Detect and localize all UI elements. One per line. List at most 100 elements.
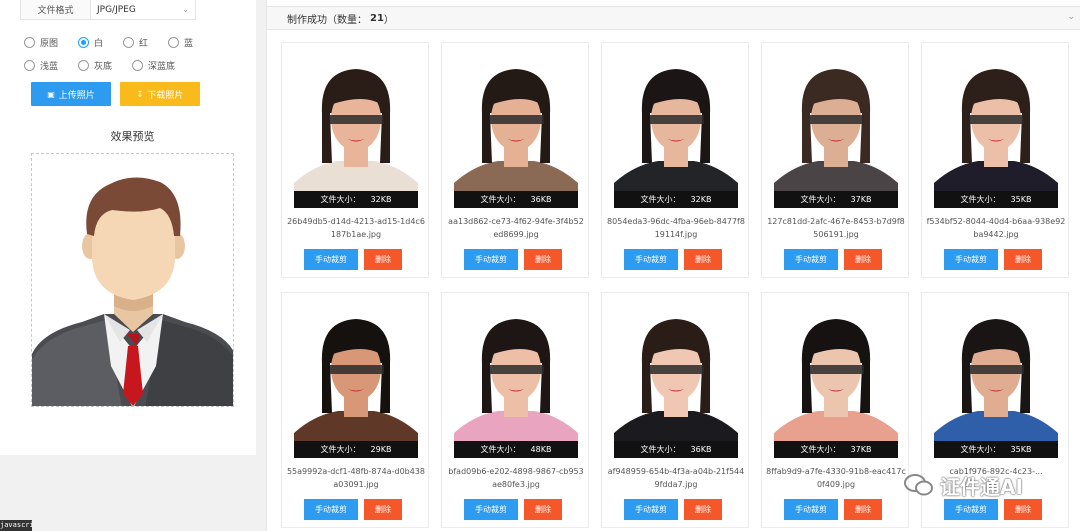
radio-blue[interactable]: 蓝: [168, 36, 193, 49]
status-bar: javascript:;: [0, 520, 32, 531]
watermark: 证件通AI: [904, 470, 1054, 500]
portrait-photo: [774, 53, 898, 208]
radio-label: 白: [94, 39, 104, 49]
upload-label: 上传照片: [58, 90, 95, 101]
delete-button[interactable]: 删除: [684, 499, 722, 520]
manual-crop-button[interactable]: 手动裁剪: [944, 499, 998, 520]
portrait-photo: [934, 303, 1058, 458]
file-size-value: 37KB: [850, 195, 872, 204]
radio-circle-icon: [123, 37, 134, 48]
radio-label: 红: [139, 39, 149, 49]
manual-crop-button[interactable]: 手动裁剪: [624, 249, 678, 270]
delete-button[interactable]: 删除: [524, 249, 562, 270]
portrait-photo: [934, 53, 1058, 208]
radio-original[interactable]: 原图: [24, 36, 58, 49]
radio-gray[interactable]: 灰底: [78, 59, 112, 72]
delete-button[interactable]: 删除: [684, 249, 722, 270]
manual-crop-button[interactable]: 手动裁剪: [944, 249, 998, 270]
results-header-prefix: 制作成功（数量：: [287, 14, 367, 26]
file-size-bar: 文件大小： 36KB: [454, 191, 578, 208]
radio-light-blue[interactable]: 浅蓝: [24, 59, 58, 72]
file-name: 26b49db5-d14d-4213-ad15-1d4c6187b1ae.jpg: [287, 217, 425, 239]
radio-red[interactable]: 红: [123, 36, 148, 49]
file-size-label: 文件大小：: [960, 445, 1001, 454]
avatar-placeholder-icon: [32, 177, 233, 406]
download-icon: ↧: [136, 89, 144, 99]
manual-crop-button[interactable]: 手动裁剪: [624, 499, 678, 520]
radio-dark-blue[interactable]: 深蓝底: [132, 59, 175, 72]
results-header[interactable]: 制作成功（数量： 21） ⌄: [267, 6, 1080, 30]
photo-frame[interactable]: 文件大小： 48KB: [454, 303, 578, 458]
manual-crop-button[interactable]: 手动裁剪: [784, 499, 838, 520]
file-size-label: 文件大小：: [320, 445, 361, 454]
download-button[interactable]: ↧ 下载照片: [120, 82, 200, 106]
format-row: 文件格式 JPG/JPEG ⌄: [20, 0, 196, 20]
photo-frame[interactable]: 文件大小： 37KB: [774, 303, 898, 458]
radio-label: 原图: [40, 39, 59, 49]
file-size-bar: 文件大小： 48KB: [454, 441, 578, 458]
file-size-bar: 文件大小： 37KB: [774, 191, 898, 208]
manual-crop-button[interactable]: 手动裁剪: [784, 249, 838, 270]
radio-label: 灰底: [94, 62, 113, 72]
photo-frame[interactable]: 文件大小： 36KB: [454, 53, 578, 208]
file-size-bar: 文件大小： 29KB: [294, 441, 418, 458]
photo-frame[interactable]: 文件大小： 36KB: [614, 303, 738, 458]
portrait-photo: [614, 53, 738, 208]
photo-frame[interactable]: 文件大小： 35KB: [934, 303, 1058, 458]
radio-label: 浅蓝: [40, 62, 59, 72]
delete-button[interactable]: 删除: [844, 249, 882, 270]
file-size-value: 29KB: [370, 445, 392, 454]
format-label: 文件格式: [21, 0, 91, 19]
portrait-photo: [774, 303, 898, 458]
file-size-label: 文件大小：: [800, 195, 841, 204]
radio-circle-icon: [24, 37, 35, 48]
file-size-label: 文件大小：: [800, 445, 841, 454]
upload-button[interactable]: ▣ 上传照片: [31, 82, 111, 106]
file-size-value: 37KB: [850, 445, 872, 454]
manual-crop-button[interactable]: 手动裁剪: [464, 499, 518, 520]
file-size-value: 32KB: [370, 195, 392, 204]
delete-button[interactable]: 删除: [364, 249, 402, 270]
delete-button[interactable]: 删除: [1004, 249, 1042, 270]
radio-white[interactable]: 白: [78, 36, 103, 49]
format-select[interactable]: JPG/JPEG ⌄: [91, 0, 195, 19]
file-size-label: 文件大小：: [960, 195, 1001, 204]
photo-frame[interactable]: 文件大小： 37KB: [774, 53, 898, 208]
file-name: 127c81dd-2afc-467e-8453-b7d9f8506191.jpg: [767, 217, 905, 239]
file-name: af948959-654b-4f3a-a04b-21f5449fdda7.jpg: [607, 467, 745, 489]
manual-crop-button[interactable]: 手动裁剪: [464, 249, 518, 270]
photo-frame[interactable]: 文件大小： 32KB: [614, 53, 738, 208]
file-size-value: 36KB: [530, 195, 552, 204]
preview-title: 效果预览: [110, 130, 155, 143]
photo-card: 文件大小： 36KB aa13d862-ce73-4f62-94fe-3f4b5…: [441, 42, 589, 278]
delete-button[interactable]: 删除: [364, 499, 402, 520]
photo-card: 文件大小： 32KB 8054eda3-96dc-4fba-96eb-8477f…: [601, 42, 749, 278]
file-size-label: 文件大小：: [640, 195, 681, 204]
radio-selected-icon: [78, 37, 89, 48]
chevron-down-icon[interactable]: ⌄: [1067, 12, 1075, 22]
photo-card: 文件大小： 36KB af948959-654b-4f3a-a04b-21f54…: [601, 292, 749, 528]
delete-button[interactable]: 删除: [1004, 499, 1042, 520]
file-size-value: 32KB: [690, 195, 712, 204]
radio-circle-icon: [78, 60, 89, 71]
file-size-bar: 文件大小： 35KB: [934, 441, 1058, 458]
photo-frame[interactable]: 文件大小： 32KB: [294, 53, 418, 208]
photo-frame[interactable]: 文件大小： 29KB: [294, 303, 418, 458]
portrait-photo: [294, 53, 418, 208]
file-size-bar: 文件大小： 36KB: [614, 441, 738, 458]
photo-card: 文件大小： 35KB f534bf52-8044-40d4-b6aa-938e9…: [921, 42, 1069, 278]
radio-label: 蓝: [184, 39, 194, 49]
file-name: 8ffab9d9-a7fe-4330-91b8-eac417c0f409.jpg: [766, 467, 906, 489]
portrait-photo: [454, 303, 578, 458]
radio-label: 深蓝底: [148, 62, 176, 72]
chevron-down-icon: ⌄: [182, 5, 189, 14]
delete-button[interactable]: 删除: [844, 499, 882, 520]
manual-crop-button[interactable]: 手动裁剪: [304, 249, 358, 270]
manual-crop-button[interactable]: 手动裁剪: [304, 499, 358, 520]
delete-button[interactable]: 删除: [524, 499, 562, 520]
results-count: 21: [370, 12, 384, 24]
photo-frame[interactable]: 文件大小： 35KB: [934, 53, 1058, 208]
photo-card: 文件大小： 37KB 127c81dd-2afc-467e-8453-b7d9f…: [761, 42, 909, 278]
file-size-value: 36KB: [690, 445, 712, 454]
radio-circle-icon: [168, 37, 179, 48]
